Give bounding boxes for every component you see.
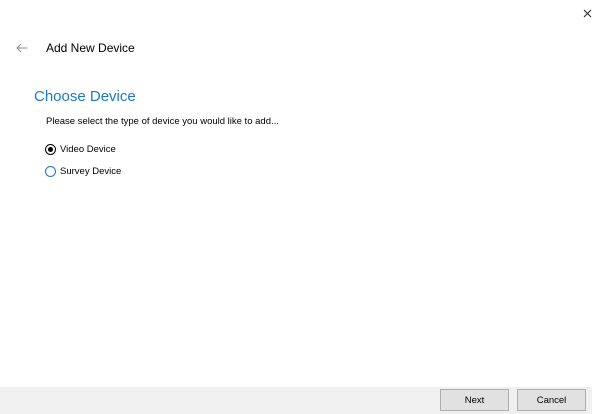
back-button[interactable] [15,41,29,55]
next-button[interactable]: Next [440,389,509,411]
close-button[interactable] [582,7,592,21]
radio-button-selected[interactable] [45,143,56,155]
radio-label-video-device: Video Device [60,143,116,155]
cancel-button[interactable]: Cancel [517,389,586,411]
instruction-text: Please select the type of device you wou… [46,116,279,127]
section-heading: Choose Device [34,88,136,105]
back-arrow-icon [16,43,27,53]
close-icon [583,9,592,18]
radio-option-survey-device[interactable]: Survey Device [45,164,121,178]
radio-button-unselected[interactable] [45,165,56,177]
window-title: Add New Device [46,41,135,55]
radio-option-video-device[interactable]: Video Device [45,142,116,156]
radio-label-survey-device: Survey Device [60,165,122,177]
